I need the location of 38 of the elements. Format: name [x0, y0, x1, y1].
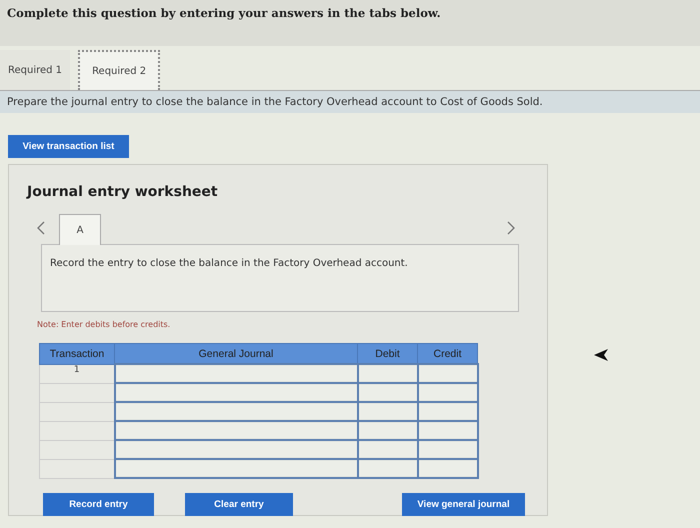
debit-input-field[interactable]: [358, 385, 416, 400]
record-entry-button[interactable]: Record entry: [43, 493, 154, 516]
next-chevron-icon[interactable]: [507, 221, 515, 235]
transaction-cell: 1: [40, 364, 114, 383]
view-transaction-list-button[interactable]: View transaction list: [8, 135, 129, 158]
credit-input-field[interactable]: [418, 442, 476, 457]
credit-input-field[interactable]: [418, 461, 476, 476]
account-input-field[interactable]: [116, 461, 356, 476]
column-header: General Journal: [114, 344, 358, 364]
mouse-cursor-icon: [593, 348, 609, 362]
account-input-field[interactable]: [116, 404, 356, 419]
worksheet-title: Journal entry worksheet: [27, 184, 219, 200]
note-text: Note: Enter debits before credits.: [37, 320, 172, 329]
previous-chevron-icon[interactable]: [37, 221, 45, 235]
entry-tab[interactable]: A: [59, 214, 101, 245]
account-input-field[interactable]: [116, 423, 356, 438]
account-input-field[interactable]: [116, 385, 356, 400]
column-header: Transaction: [40, 344, 114, 364]
credit-input-field[interactable]: [418, 366, 476, 381]
tab[interactable]: Required 2: [78, 50, 160, 90]
prompt-text: Prepare the journal entry to close the balance in the Factory Overhead account to Cost of Goods Sold.: [7, 96, 544, 108]
credit-input-field[interactable]: [418, 423, 476, 438]
column-header: Credit: [418, 344, 478, 364]
debit-input-field[interactable]: [358, 366, 416, 381]
credit-input-field[interactable]: [418, 385, 476, 400]
instruction-text: Complete this question by entering your answers in the tabs below.: [7, 6, 442, 20]
clear-entry-button[interactable]: Clear entry: [185, 493, 293, 516]
column-header: Debit: [358, 344, 418, 364]
debit-input-field[interactable]: [358, 404, 416, 419]
credit-input-field[interactable]: [418, 404, 476, 419]
tab[interactable]: Required 1: [0, 50, 70, 90]
account-input-field[interactable]: [116, 442, 356, 457]
debit-input-field[interactable]: [358, 423, 416, 438]
account-input-field[interactable]: [116, 366, 356, 381]
debit-input-field[interactable]: [358, 461, 416, 476]
entry-description-text: Record the entry to close the balance in the Factory Overhead account.: [50, 258, 409, 269]
debit-input-field[interactable]: [358, 442, 416, 457]
view-general-journal-button[interactable]: View general journal: [402, 493, 525, 516]
